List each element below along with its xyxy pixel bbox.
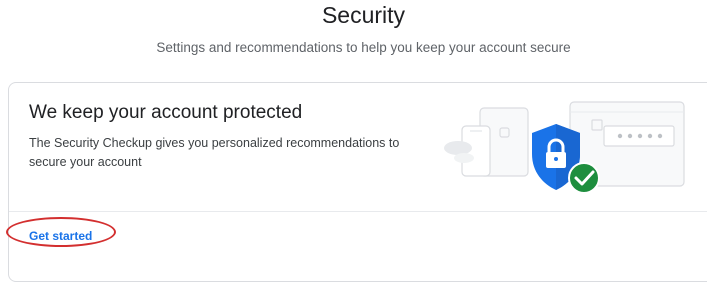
devices-icon xyxy=(444,107,529,177)
card-divider xyxy=(9,211,707,212)
page-title: Security xyxy=(321,2,406,28)
card-title: We keep your account protected xyxy=(29,102,303,123)
card-description: The Security Checkup gives you personali… xyxy=(29,136,400,169)
security-illustration xyxy=(444,101,685,194)
check-circle-icon xyxy=(568,162,600,194)
page-subtitle: Settings and recommendations to help you… xyxy=(156,40,571,55)
get-started-link[interactable]: Get started xyxy=(29,229,92,243)
